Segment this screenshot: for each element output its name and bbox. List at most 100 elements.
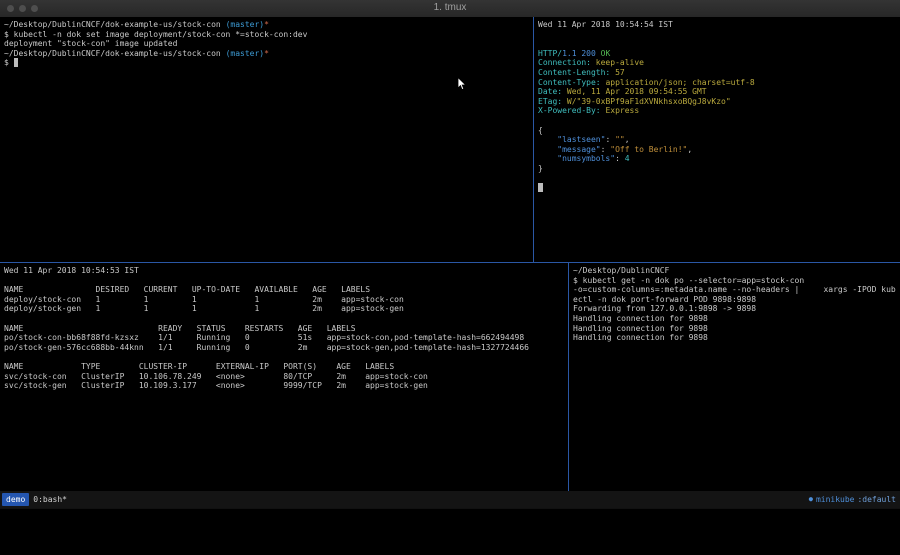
terminal-text: "message": [557, 145, 600, 154]
terminal-line: [538, 183, 900, 193]
terminal-line: Handling connection for 9898: [573, 333, 900, 343]
terminal-text: $ kubectl get -n dok po --selector=app=s…: [573, 276, 804, 285]
terminal-line: [4, 352, 568, 362]
terminal-text: keep-alive: [591, 58, 644, 67]
terminal-line: NAME DESIRED CURRENT UP-TO-DATE AVAILABL…: [4, 285, 568, 295]
terminal-line: [538, 116, 900, 126]
terminal-line: }: [538, 164, 900, 174]
terminal-text: 1.1: [562, 49, 581, 58]
terminal-line: Wed 11 Apr 2018 10:54:54 IST: [538, 20, 900, 30]
terminal-text: "": [615, 135, 625, 144]
terminal-text: [538, 145, 557, 154]
terminal-text: deploy/stock-con 1 1 1 1 2m app=stock-co…: [4, 295, 404, 304]
terminal-text: $ kubectl -n dok set image deployment/st…: [4, 30, 307, 39]
terminal-line: deployment "stock-con" image updated: [4, 39, 533, 49]
terminal-line: {: [538, 126, 900, 136]
terminal-line: po/stock-con-bb68f88fd-kzsxz 1/1 Running…: [4, 333, 568, 343]
terminal-text: svc/stock-gen ClusterIP 10.109.3.177 <no…: [4, 381, 428, 390]
status-right: ● minikube :default: [809, 491, 896, 508]
terminal-text: Content-Type:: [538, 78, 601, 87]
terminal-line: NAME TYPE CLUSTER-IP EXTERNAL-IP PORT(S)…: [4, 362, 568, 372]
terminal-line: Date: Wed, 11 Apr 2018 09:54:55 GMT: [538, 87, 900, 97]
pane-top-left-shell[interactable]: ~/Desktop/DublinCNCF/dok-example-us/stoc…: [0, 17, 534, 262]
session-name-badge: demo: [2, 493, 29, 506]
terminal-text: [14, 58, 19, 67]
terminal-text: 4: [625, 154, 630, 163]
terminal-text: ~/Desktop/DublinCNCF/dok-example-us/stoc…: [4, 49, 226, 58]
terminal-line: ~/Desktop/DublinCNCF/dok-example-us/stoc…: [4, 49, 533, 59]
terminal-text: NAME DESIRED CURRENT UP-TO-DATE AVAILABL…: [4, 285, 370, 294]
terminal-line: [538, 30, 900, 40]
terminal-text: [538, 135, 557, 144]
terminal-text: Handling connection for 9898: [573, 333, 708, 342]
kube-context-name: minikube: [816, 491, 855, 508]
terminal-window: 1. tmux ~/Desktop/DublinCNCF/dok-example…: [0, 0, 900, 509]
desktop: 1. tmux ~/Desktop/DublinCNCF/dok-example…: [0, 0, 900, 555]
terminal-text: Handling connection for 9898: [573, 324, 708, 333]
terminal-line: Forwarding from 127.0.0.1:9898 -> 9898: [573, 304, 900, 314]
terminal-text: W/"39-0xBPf9aF1dXVNkhsxoBQgJ8vKzo": [562, 97, 731, 106]
terminal-line: ectl -n dok port-forward POD 9898:9898: [573, 295, 900, 305]
terminal-line: Wed 11 Apr 2018 10:54:53 IST: [4, 266, 568, 276]
terminal-line: ETag: W/"39-0xBPf9aF1dXVNkhsxoBQgJ8vKzo": [538, 97, 900, 107]
terminal-text: ETag:: [538, 97, 562, 106]
terminal-text: 57: [610, 68, 624, 77]
terminal-line: $ kubectl get -n dok po --selector=app=s…: [573, 276, 900, 286]
tmux-status-bar: demo 0:bash* ● minikube :default: [0, 491, 900, 508]
terminal-text: ,: [625, 135, 630, 144]
terminal-line: "numsymbols": 4: [538, 154, 900, 164]
terminal-text: Express: [601, 106, 640, 115]
terminal-line: deploy/stock-gen 1 1 1 1 2m app=stock-ge…: [4, 304, 568, 314]
kube-context-namespace: :default: [857, 491, 896, 508]
terminal-text: "lastseen": [557, 135, 605, 144]
terminal-text: 200: [581, 49, 600, 58]
terminal-text: "numsymbols": [557, 154, 615, 163]
terminal-text: -o=custom-columns=:metadata.name --no-he…: [573, 285, 896, 294]
terminal-text: Content-Length:: [538, 68, 610, 77]
terminal-text: application/json; charset=utf-8: [601, 78, 755, 87]
terminal-text: :: [605, 135, 615, 144]
terminal-text: X-Powered-By:: [538, 106, 601, 115]
terminal-text: OK: [601, 49, 611, 58]
pane-top-right-http-response[interactable]: Wed 11 Apr 2018 10:54:54 IST HTTP/1.1 20…: [534, 17, 900, 262]
terminal-line: [4, 276, 568, 286]
terminal-line: Content-Type: application/json; charset=…: [538, 78, 900, 88]
terminal-text: :: [601, 145, 611, 154]
terminal-text: Wed, 11 Apr 2018 09:54:55 GMT: [562, 87, 707, 96]
terminal-line: -o=custom-columns=:metadata.name --no-he…: [573, 285, 900, 295]
terminal-text: Wed 11 Apr 2018 10:54:53 IST: [4, 266, 139, 275]
terminal-line: svc/stock-con ClusterIP 10.106.78.249 <n…: [4, 372, 568, 382]
terminal-line: [4, 314, 568, 324]
terminal-line: po/stock-gen-576cc688bb-44knn 1/1 Runnin…: [4, 343, 568, 353]
pane-bottom-right-port-forward[interactable]: ~/Desktop/DublinCNCF$ kubectl get -n dok…: [569, 263, 900, 492]
terminal-text: svc/stock-con ClusterIP 10.106.78.249 <n…: [4, 372, 428, 381]
terminal-text: ,: [687, 145, 692, 154]
terminal-line: deploy/stock-con 1 1 1 1 2m app=stock-co…: [4, 295, 568, 305]
pane-bottom-left-kubectl-watch[interactable]: Wed 11 Apr 2018 10:54:53 IST NAME DESIRE…: [0, 263, 569, 492]
window-title: 1. tmux: [0, 2, 900, 13]
terminal-text: [538, 154, 557, 163]
terminal-line: ~/Desktop/DublinCNCF/dok-example-us/stoc…: [4, 20, 533, 30]
terminal-line: "lastseen": "",: [538, 135, 900, 145]
terminal-line: $: [4, 58, 533, 68]
terminal-line: ~/Desktop/DublinCNCF: [573, 266, 900, 276]
terminal-line: svc/stock-gen ClusterIP 10.109.3.177 <no…: [4, 381, 568, 391]
terminal-text: [538, 183, 543, 192]
terminal-line: Handling connection for 9898: [573, 324, 900, 334]
terminal-line: [538, 174, 900, 184]
window-tab-bash[interactable]: 0:bash*: [33, 491, 67, 508]
window-titlebar[interactable]: 1. tmux: [0, 0, 900, 18]
terminal-line: X-Powered-By: Express: [538, 106, 900, 116]
terminal-text: ~/Desktop/DublinCNCF/dok-example-us/stoc…: [4, 20, 226, 29]
terminal-text: :: [615, 154, 625, 163]
terminal-text: deploy/stock-gen 1 1 1 1 2m app=stock-ge…: [4, 304, 404, 313]
terminal-text: Handling connection for 9898: [573, 314, 708, 323]
terminal-line: "message": "Off to Berlin!",: [538, 145, 900, 155]
terminal-text: Date:: [538, 87, 562, 96]
terminal-line: [538, 39, 900, 49]
terminal-text: *: [264, 49, 269, 58]
terminal-line: Handling connection for 9898: [573, 314, 900, 324]
terminal-line: NAME READY STATUS RESTARTS AGE LABELS: [4, 324, 568, 334]
terminal-text: }: [538, 164, 543, 173]
terminal-line: Content-Length: 57: [538, 68, 900, 78]
